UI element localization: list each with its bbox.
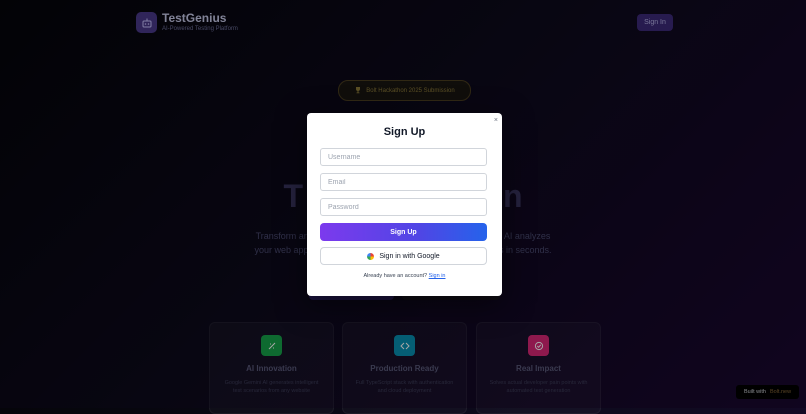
google-sign-in-label: Sign in with Google bbox=[379, 252, 440, 260]
sign-up-modal: × Sign Up Sign Up Sign in with Google Al… bbox=[307, 113, 502, 296]
username-field[interactable] bbox=[320, 148, 487, 166]
google-icon bbox=[367, 252, 375, 260]
close-icon[interactable]: × bbox=[494, 117, 498, 125]
modal-title: Sign Up bbox=[383, 126, 426, 138]
sign-in-link[interactable]: Sign in bbox=[429, 273, 446, 279]
password-field[interactable] bbox=[320, 198, 487, 216]
google-sign-in-button[interactable]: Sign in with Google bbox=[320, 247, 487, 265]
switch-to-sign-in: Already have an account? Sign in bbox=[307, 273, 502, 279]
switch-text: Already have an account? bbox=[363, 273, 428, 279]
sign-up-button[interactable]: Sign Up bbox=[320, 223, 487, 241]
email-field[interactable] bbox=[320, 173, 487, 191]
